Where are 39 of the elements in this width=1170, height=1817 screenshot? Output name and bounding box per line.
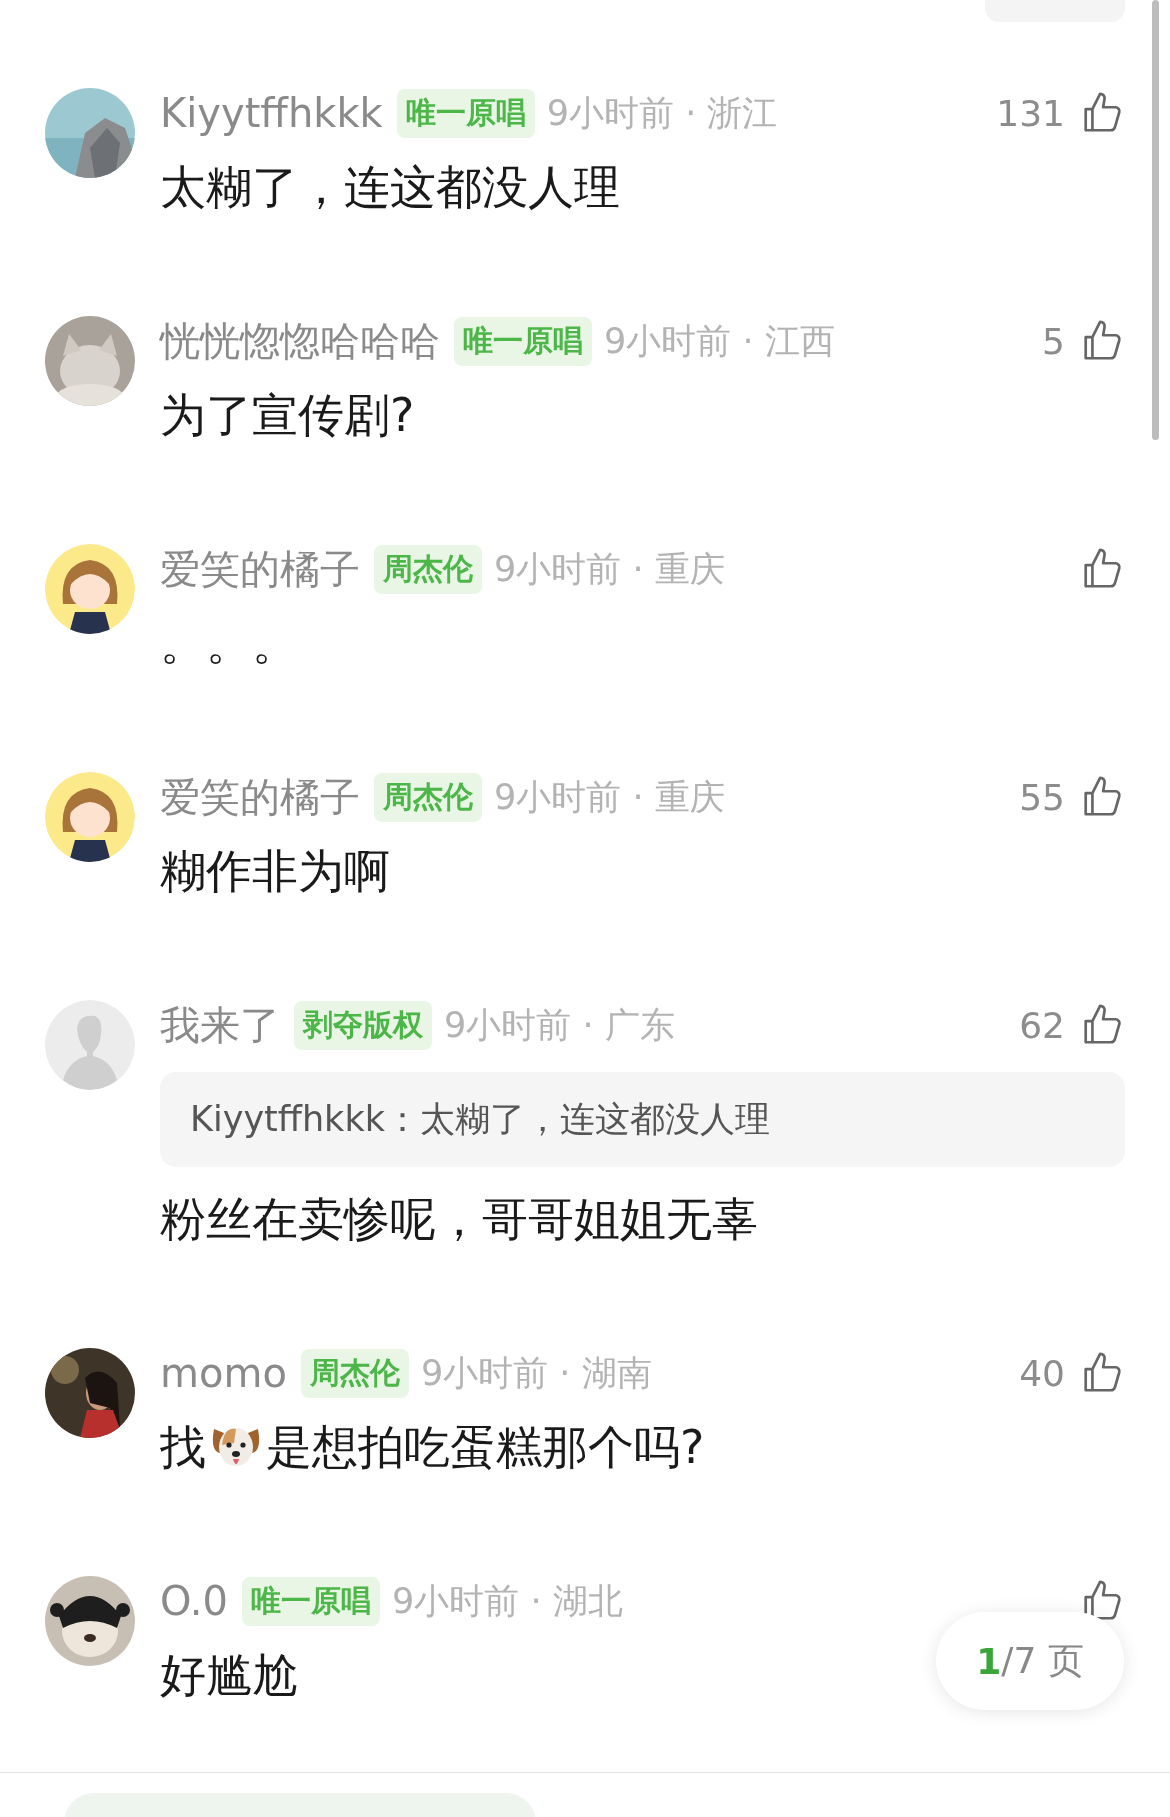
- song-badge: 唯一原唱: [396, 88, 535, 138]
- comment-meta: 9小时前 · 广东: [444, 1003, 675, 1047]
- comment-text: 糊作非为啊: [160, 846, 390, 896]
- comment-meta: 9小时前 · 浙江: [546, 91, 778, 135]
- song-badge: 唯一原唱: [454, 316, 592, 366]
- quoted-comment: Kiyytffhkkk：太糊了，连这都没人理: [160, 1072, 1125, 1167]
- comment-text: 是想拍吃蛋糕那个吗?: [266, 1422, 705, 1472]
- user-name[interactable]: 爱笑的橘子: [160, 769, 360, 825]
- song-badge: 剥夺版权: [294, 1000, 432, 1050]
- song-badge: 唯一原唱: [242, 1576, 381, 1626]
- comment-text: 找: [160, 1422, 206, 1472]
- cartoon-avatar-icon: [45, 544, 135, 634]
- user-name[interactable]: Kiyytffhkkk: [160, 90, 383, 136]
- cartoon-avatar-icon: [45, 772, 135, 862]
- comment-meta: 9小时前 · 重庆: [494, 547, 725, 591]
- like-count: 131: [996, 92, 1065, 134]
- song-badge: 周杰伦: [374, 772, 482, 822]
- comment-text: 粉丝在卖惨呢，哥哥姐姐无辜: [160, 1194, 758, 1244]
- comment-text: 好尴尬: [160, 1650, 298, 1700]
- like-count: 55: [1019, 776, 1065, 818]
- user-name[interactable]: 爱笑的橘子: [160, 541, 360, 597]
- comment-text: 。。。: [160, 618, 298, 668]
- page-count-toast[interactable]: 1/7 页: [936, 1612, 1124, 1710]
- like-count: 40: [1019, 1352, 1065, 1394]
- user-name[interactable]: 恍恍惚惚哈哈哈: [160, 313, 440, 369]
- song-badge: 周杰伦: [374, 544, 482, 594]
- song-badge: 周杰伦: [300, 1348, 409, 1398]
- like-count: 5: [1042, 320, 1065, 362]
- comment-meta: 9小时前 · 湖北: [392, 1579, 623, 1623]
- comment-text: 太糊了，连这都没人理: [160, 162, 620, 212]
- user-name[interactable]: momo: [160, 1350, 287, 1396]
- comment-meta: 9小时前 · 湖南: [420, 1351, 652, 1395]
- user-name[interactable]: O.0: [160, 1578, 229, 1624]
- default-avatar-icon: [45, 1000, 135, 1090]
- like-count: 62: [1019, 1004, 1065, 1046]
- comment-meta: 9小时前 · 重庆: [494, 775, 725, 819]
- comment-meta: 9小时前 · 江西: [604, 319, 835, 363]
- user-name[interactable]: 我来了: [160, 997, 280, 1053]
- comment-text: 为了宣传剧?: [160, 390, 415, 440]
